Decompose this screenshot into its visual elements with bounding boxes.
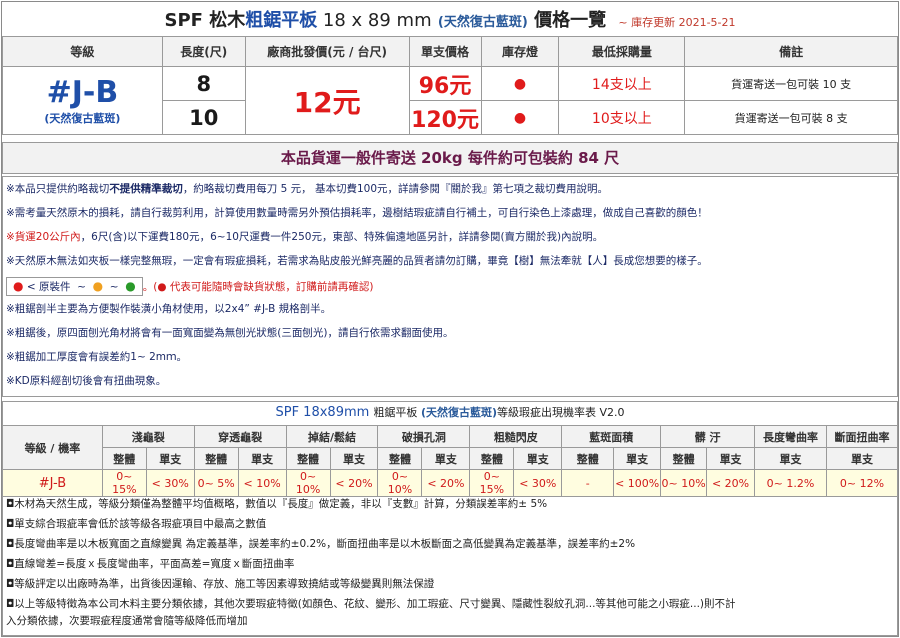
- notes-section: ※本品只提供約略裁切不提供精準裁切，約略裁切費用每刀 5 元， 基本切費100元…: [2, 176, 898, 397]
- update-date: ~ 庫存更新 2021-5-21: [618, 16, 736, 29]
- footer-line: ◘以上等級特徵為本公司木料主要分類依據，其他次要瑕疵特徵(如顏色、花紋、變形、加…: [6, 598, 736, 610]
- header-unit-price: 單支價格: [408, 36, 482, 67]
- grade-variant: (天然復古藍斑): [44, 111, 121, 125]
- footer-line: ◘等級評定以出廠時為準，出貨後因運輸、存放、施工等因素導致撓結或等級變異則無法保…: [6, 578, 435, 590]
- note-natural-wood: ※天然原木無法如夾板一樣完整無瑕，一定會有瑕疵損耗，若需求為貼皮般光鮮亮麗的品質…: [6, 255, 708, 267]
- header-bulk-price: 廠商批發價(元 / 台尺): [244, 36, 410, 67]
- rate-group-header: 等級 / 機率 淺龜裂 穿透龜裂 掉結/鬆結 破損孔洞 粗糙閃皮 藍斑面積 髒 …: [2, 425, 899, 470]
- header-length: 長度(尺): [161, 36, 246, 67]
- header-grade: 等級: [2, 36, 163, 67]
- row-note: 貨運寄送一包可裝 8 支: [684, 100, 898, 135]
- min-qty: 14支以上: [558, 66, 686, 101]
- footer-line: ◘單支綜合瑕疵率會低於該等級各瑕疵項目中最高之數值: [6, 518, 267, 530]
- note-cutting: ※本品只提供約略裁切不提供精準裁切，約略裁切費用每刀 5 元， 基本切費100元…: [6, 183, 609, 195]
- note-thickness-tolerance: ※粗鋸加工厚度會有誤差約1~ 2mｍ。: [6, 351, 188, 363]
- length-value: 8: [161, 66, 246, 101]
- note-half-cut: ※粗鋸剖半主要為方便製作裝潢小角材使用，以2x4” #J-B 規格剖半。: [6, 303, 332, 315]
- rate-sub-header: 整體 單支 整體 單支 整體 單支 整體 單支 整體 單支 整體 單支 整體 單支 單支 單支: [3, 447, 899, 470]
- stock-green-icon: ●: [125, 279, 136, 293]
- note-kd-twist: ※KD原料經剖切後會有扭曲現象。: [6, 375, 167, 387]
- footer-line: ◘長度彎曲率是以木板寬面之直線變異 為定義基準，誤差率約±0.2%，斷面扭曲率是…: [6, 538, 636, 550]
- grade-label: #J-B: [46, 74, 119, 110]
- row-note: 貨運寄送一包可裝 10 支: [684, 66, 898, 101]
- min-qty: 10支以上: [558, 100, 686, 135]
- shipping-banner: 本品貨運一般件寄送 20kg 每件約可包裝約 84 尺: [2, 142, 898, 174]
- price-table: 等級 長度(尺) 廠商批發價(元 / 台尺) 單支價格 庫存燈 最低採購量 備註…: [2, 36, 898, 135]
- grade-cell: #J-B (天然復古藍斑): [2, 66, 163, 135]
- price-table-header: 等級 長度(尺) 廠商批發價(元 / 台尺) 單支價格 庫存燈 最低採購量 備註: [2, 36, 898, 67]
- note-shipping: ※貨運20公斤內，6尺(含)以下運費180元，6~10尺運費一件250元，東部、…: [6, 231, 604, 243]
- footer-line: ◘木材為天然生成，等級分類僅為整體平均值概略，數值以『長度』做定義，非以『支數』…: [6, 498, 548, 510]
- note-wastage: ※需考量天然原木的損耗，請自行裁剪利用，計算使用數量時需另外預估損耗率，邊樹結瑕…: [6, 207, 708, 219]
- stock-light-icon: ●: [480, 100, 560, 135]
- footer-notes: ◘木材為天然生成，等級分類僅為整體平均值概略，數值以『長度』做定義，非以『支數』…: [2, 493, 898, 636]
- unit-price: 120元: [408, 100, 482, 135]
- note-planed-face: ※粗鋸後，原四面刨光角材將會有一面寬面變為無刨光狀態(三面刨光)，請自行依需求翻…: [6, 327, 454, 339]
- stock-red-icon: ●: [13, 279, 24, 293]
- stock-light-icon: ●: [480, 66, 560, 101]
- header-min-qty: 最低採購量: [558, 36, 686, 67]
- footer-line: ◘直線彎差=長度ｘ長度彎曲率，平面高差=寬度ｘ斷面扭曲率: [6, 558, 295, 570]
- stock-legend-box: ● < 原裝件 ~ ● ~ ●: [6, 277, 143, 296]
- header-stock: 庫存燈: [480, 36, 560, 67]
- defect-rate-table: 等級 / 機率 淺龜裂 穿透龜裂 掉結/鬆結 破損孔洞 粗糙閃皮 藍斑面積 髒 …: [2, 425, 899, 497]
- price-row-8: #J-B (天然復古藍斑) 8 12元 96元 ● 14支以上 貨運寄送一包可裝…: [2, 66, 898, 135]
- rate-grade-header: 等級 / 機率: [2, 425, 103, 470]
- stock-orange-icon: ●: [92, 279, 104, 293]
- page-title: SPF 松木粗鋸平板 18 x 89 mm (天然復古藍斑) 價格一覽 ~ 庫存…: [164, 10, 736, 31]
- footer-line: 入分類依據，次要瑕疵程度通常會隨等級降低而增加: [6, 615, 248, 627]
- note-stock-legend: ● < 原裝件 ~ ● ~ ● 。(● 代表可能隨時會缺貨狀態，訂購前請再確認): [6, 277, 373, 296]
- unit-price: 96元: [408, 66, 482, 101]
- length-value: 10: [161, 100, 246, 135]
- bulk-price: 12元: [244, 66, 410, 135]
- rate-table-title: SPF 18x89mm 粗鋸平板 (天然復古藍斑)等級瑕疵出現機率表 V2.0: [2, 401, 898, 425]
- header-note: 備註: [684, 36, 898, 67]
